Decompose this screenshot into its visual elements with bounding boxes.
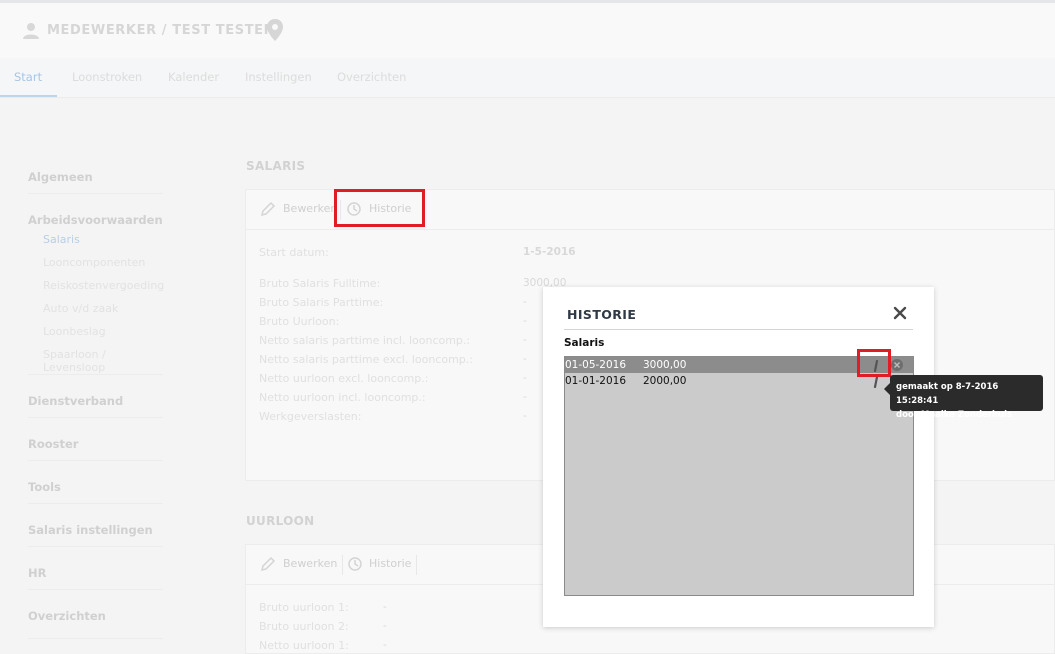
sidebar-item-hr[interactable]: HR — [28, 566, 46, 580]
sidebar-divider — [28, 546, 163, 547]
sidebar-divider — [28, 460, 163, 461]
tab-loonstroken[interactable]: Loonstroken — [72, 70, 142, 84]
sidebar-item-looncomponenten[interactable]: Looncomponenten — [43, 256, 145, 269]
user-icon — [23, 23, 39, 39]
sidebar-divider — [28, 503, 163, 504]
uurloon-history-button[interactable]: Historie — [369, 557, 411, 570]
field-value: - — [523, 315, 527, 327]
modal-subtitle: Salaris — [564, 337, 605, 349]
history-amount: 3000,00 — [643, 359, 687, 371]
field-value: - — [523, 372, 527, 384]
close-icon[interactable] — [892, 305, 908, 321]
sidebar-item-tools[interactable]: Tools — [28, 480, 61, 494]
created-tooltip: gemaakt op 8-7-2016 15:28:41 door Maalke… — [884, 375, 1043, 420]
field-label: Werkgeverslasten: — [259, 410, 362, 423]
history-date: 01-05-2016 — [565, 359, 627, 371]
field-value: - — [523, 410, 527, 422]
main-tabs: Start Loonstroken Kalender Instellingen … — [0, 58, 1055, 98]
sidebar-divider — [28, 417, 163, 418]
sidebar-divider — [28, 193, 163, 194]
field-label: Bruto uurloon 1: — [259, 601, 349, 614]
start-date-value: 1-5-2016 — [523, 246, 576, 258]
sidebar-item-arbeidsvoorwaarden[interactable]: Arbeidsvoorwaarden — [28, 213, 163, 227]
field-value: - — [523, 391, 527, 403]
salaris-edit-button[interactable]: Bewerken — [283, 202, 337, 215]
history-icon — [348, 557, 362, 571]
delete-icon[interactable] — [890, 358, 904, 372]
tooltip-line-1: gemaakt op 8-7-2016 15:28:41 — [896, 382, 999, 406]
tooltip-arrow — [884, 383, 890, 395]
history-amount: 2000,00 — [643, 375, 687, 387]
tab-kalender[interactable]: Kalender — [168, 70, 219, 84]
sidebar-item-dienstverband[interactable]: Dienstverband — [28, 394, 123, 408]
field-value: - — [523, 334, 527, 346]
field-label: Bruto Salaris Fulltime: — [259, 277, 381, 290]
sidebar-item-reiskostenvergoeding[interactable]: Reiskostenvergoeding — [43, 279, 164, 292]
page-title: MEDEWERKER / TEST TESTER — [47, 23, 275, 38]
field-label: Netto uurloon incl. looncomp.: — [259, 391, 426, 404]
pencil-icon — [260, 556, 276, 572]
field-value: - — [383, 639, 387, 651]
top-header: MEDEWERKER / TEST TESTER — [0, 0, 1055, 58]
field-label: Bruto Uurloon: — [259, 315, 340, 328]
modal-title: HISTORIE — [567, 307, 637, 322]
start-date-label: Start datum: — [259, 246, 329, 259]
field-value: - — [523, 353, 527, 365]
uurloon-section-title: UURLOON — [246, 514, 315, 528]
tab-overzichten[interactable]: Overzichten — [337, 70, 406, 84]
sidebar-divider — [28, 374, 163, 375]
modal-divider — [564, 329, 913, 330]
tab-instellingen[interactable]: Instellingen — [245, 70, 312, 84]
sidebar-item-salaris-instellingen[interactable]: Salaris instellingen — [28, 523, 153, 537]
history-date: 01-01-2016 — [565, 375, 627, 387]
sidebar-item-spaarloon[interactable]: Spaarloon / Levensloop — [43, 348, 163, 374]
field-label: Netto uurloon 1: — [259, 639, 350, 652]
field-label: Netto uurloon excl. looncomp.: — [259, 372, 429, 385]
sidebar-divider — [28, 638, 163, 639]
field-value: - — [523, 296, 527, 308]
historie-modal: HISTORIE Salaris 01-05-2016 3000,00 01-0… — [543, 287, 934, 627]
pencil-icon — [260, 201, 276, 217]
location-pin-icon[interactable] — [265, 18, 285, 42]
salaris-section-title: SALARIS — [246, 159, 306, 173]
field-label: Netto salaris parttime excl. looncomp.: — [259, 353, 473, 366]
sidebar-item-loonbeslag[interactable]: Loonbeslag — [43, 325, 106, 338]
tooltip-line-2: door Maalke Zonderhuls — [896, 410, 1013, 420]
field-label: Bruto uurloon 2: — [259, 620, 349, 633]
sidebar-item-algemeen[interactable]: Algemeen — [28, 170, 93, 184]
sidebar-item-overzichten[interactable]: Overzichten — [28, 609, 106, 623]
toolbar-separator — [342, 555, 343, 575]
tab-start[interactable]: Start — [14, 70, 42, 84]
edit-highlight-box — [857, 349, 891, 377]
uurloon-edit-button[interactable]: Bewerken — [283, 557, 337, 570]
sidebar-item-rooster[interactable]: Rooster — [28, 437, 78, 451]
history-list: 01-05-2016 3000,00 01-01-2016 2000,00 — [564, 356, 914, 596]
field-value: - — [383, 620, 387, 632]
field-label: Bruto Salaris Parttime: — [259, 296, 384, 309]
field-value: - — [383, 601, 387, 613]
sidebar-divider — [28, 589, 163, 590]
toolbar-separator — [416, 555, 417, 575]
sidebar-item-salaris[interactable]: Salaris — [43, 233, 80, 246]
sidebar-item-auto[interactable]: Auto v/d zaak — [43, 302, 118, 315]
field-label: Netto salaris parttime incl. looncomp.: — [259, 334, 471, 347]
historie-highlight-box — [334, 189, 425, 227]
active-tab-indicator — [0, 95, 57, 97]
